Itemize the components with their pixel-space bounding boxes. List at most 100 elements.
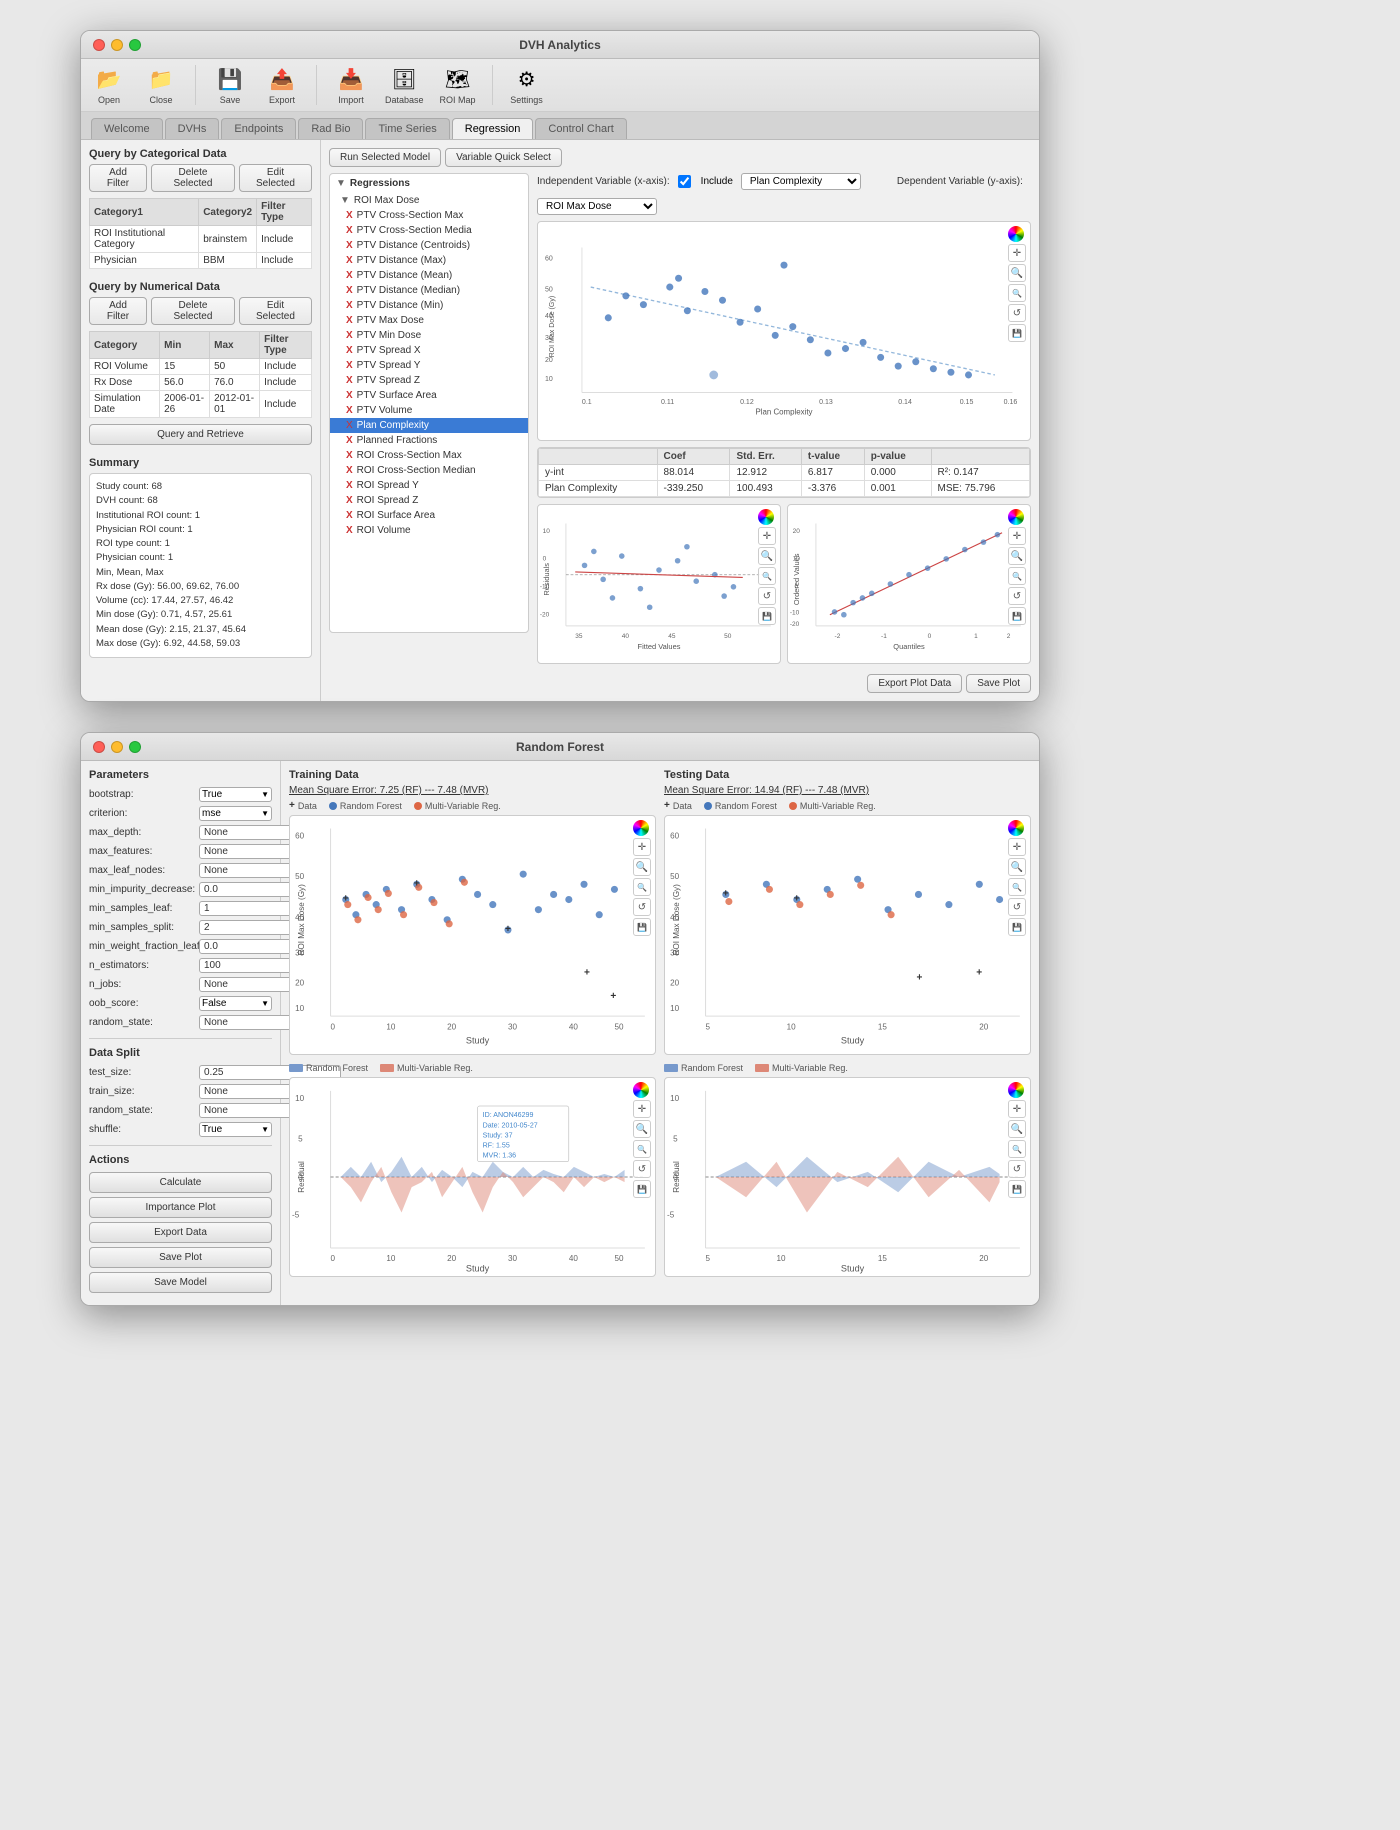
tree-item[interactable]: X ROI Volume	[330, 523, 528, 538]
action-btn[interactable]: Calculate	[89, 1172, 272, 1193]
maximize-button[interactable]	[129, 39, 141, 51]
train-res-crosshair-icon[interactable]: ✛	[633, 1100, 651, 1118]
rf-close-button[interactable]	[93, 741, 105, 753]
tab-endpoints[interactable]: Endpoints	[221, 118, 296, 139]
save-plot-btn[interactable]: Save Plot	[966, 674, 1031, 693]
fitted-color-wheel[interactable]	[758, 509, 774, 525]
dep-select[interactable]: ROI Max Dose	[537, 198, 657, 215]
tree-item[interactable]: X PTV Cross-Section Max	[330, 208, 528, 223]
training-rotate-icon[interactable]: ↺	[633, 898, 651, 916]
query-retrieve-btn[interactable]: Query and Retrieve	[89, 424, 312, 445]
minimize-button[interactable]	[111, 39, 123, 51]
table-row[interactable]: Simulation Date2006-01-262012-01-01Inclu…	[90, 391, 312, 418]
tab-regression[interactable]: Regression	[452, 118, 534, 139]
testing-save-icon[interactable]: 💾	[1008, 918, 1026, 936]
tree-item[interactable]: X PTV Spread Z	[330, 373, 528, 388]
train-res-zoom-icon[interactable]: 🔍	[633, 1120, 651, 1138]
action-btn[interactable]: Save Plot	[89, 1247, 272, 1268]
cat-delete-btn[interactable]: Delete Selected	[151, 164, 235, 192]
tree-item[interactable]: X Planned Fractions	[330, 433, 528, 448]
test-res-crosshair-icon[interactable]: ✛	[1008, 1100, 1026, 1118]
qq-zoom-icon[interactable]: 🔍	[1008, 547, 1026, 565]
testing-crosshair-icon[interactable]: ✛	[1008, 838, 1026, 856]
cat-add-filter-btn[interactable]: Add Filter	[89, 164, 147, 192]
include-checkbox[interactable]	[678, 175, 691, 188]
train-res-save-icon[interactable]: 💾	[633, 1180, 651, 1198]
open-button[interactable]: 📂 Open	[91, 65, 127, 105]
training-zoom-icon[interactable]: 🔍	[633, 858, 651, 876]
tree-item[interactable]: X PTV Max Dose	[330, 313, 528, 328]
close-toolbar-button[interactable]: 📁 Close	[143, 65, 179, 105]
close-button[interactable]	[93, 39, 105, 51]
table-row[interactable]: ROI Institutional CategorybrainstemInclu…	[90, 226, 312, 253]
tree-item[interactable]: X Plan Complexity	[330, 418, 528, 433]
save-icon[interactable]: 💾	[1008, 324, 1026, 342]
qq-color-wheel[interactable]	[1008, 509, 1024, 525]
table-row[interactable]: PhysicianBBMInclude	[90, 253, 312, 269]
export-plot-data-btn[interactable]: Export Plot Data	[867, 674, 962, 693]
tree-item[interactable]: X PTV Distance (Median)	[330, 283, 528, 298]
tree-item[interactable]: X PTV Distance (Max)	[330, 253, 528, 268]
test-res-color-wheel[interactable]	[1008, 1082, 1024, 1098]
param-select[interactable]: mse▼	[199, 806, 272, 821]
qq-rotate-icon[interactable]: ↺	[1008, 587, 1026, 605]
save-button[interactable]: 💾 Save	[212, 65, 248, 105]
crosshair-icon[interactable]: ✛	[1008, 244, 1026, 262]
testing-zoom-icon[interactable]: 🔍	[1008, 858, 1026, 876]
roi-map-button[interactable]: 🗺 ROI Map	[440, 65, 476, 105]
tree-item[interactable]: X ROI Spread Y	[330, 478, 528, 493]
fitted-rotate-icon[interactable]: ↺	[758, 587, 776, 605]
run-model-btn[interactable]: Run Selected Model	[329, 148, 441, 167]
rf-minimize-button[interactable]	[111, 741, 123, 753]
tree-item[interactable]: X PTV Cross-Section Media	[330, 223, 528, 238]
num-delete-btn[interactable]: Delete Selected	[151, 297, 235, 325]
train-res-rotate-icon[interactable]: ↺	[633, 1160, 651, 1178]
test-res-save-icon[interactable]: 💾	[1008, 1180, 1026, 1198]
zoom-in-icon[interactable]: 🔍	[1008, 264, 1026, 282]
tab-radbio[interactable]: Rad Bio	[298, 118, 363, 139]
testing-color-wheel[interactable]	[1008, 820, 1024, 836]
action-btn[interactable]: Importance Plot	[89, 1197, 272, 1218]
param-select[interactable]: False▼	[199, 996, 272, 1011]
tree-root-item[interactable]: ▼ ROI Max Dose	[330, 193, 528, 208]
tab-controlchart[interactable]: Control Chart	[535, 118, 626, 139]
tree-item[interactable]: X PTV Volume	[330, 403, 528, 418]
cat-edit-btn[interactable]: Edit Selected	[239, 164, 312, 192]
tree-item[interactable]: X ROI Surface Area	[330, 508, 528, 523]
tab-dvhs[interactable]: DVHs	[165, 118, 220, 139]
rotate-icon[interactable]: ↺	[1008, 304, 1026, 322]
fitted-zoom-icon[interactable]: 🔍	[758, 547, 776, 565]
tree-item[interactable]: X PTV Spread X	[330, 343, 528, 358]
num-add-filter-btn[interactable]: Add Filter	[89, 297, 147, 325]
tree-item[interactable]: X PTV Distance (Min)	[330, 298, 528, 313]
database-button[interactable]: 🗄 Database	[385, 65, 424, 105]
test-res-zoom-icon[interactable]: 🔍	[1008, 1120, 1026, 1138]
testing-rotate-icon[interactable]: ↺	[1008, 898, 1026, 916]
training-color-wheel[interactable]	[633, 820, 649, 836]
qq-save-icon[interactable]: 💾	[1008, 607, 1026, 625]
training-crosshair-icon[interactable]: ✛	[633, 838, 651, 856]
test-res-zoom-out-icon[interactable]: 🔍	[1008, 1140, 1026, 1158]
test-res-rotate-icon[interactable]: ↺	[1008, 1160, 1026, 1178]
qq-zoom-out-icon[interactable]: 🔍	[1008, 567, 1026, 585]
num-edit-btn[interactable]: Edit Selected	[239, 297, 312, 325]
train-res-zoom-out-icon[interactable]: 🔍	[633, 1140, 651, 1158]
tab-timeseries[interactable]: Time Series	[365, 118, 449, 139]
table-row[interactable]: ROI Volume1550Include	[90, 359, 312, 375]
action-btn[interactable]: Save Model	[89, 1272, 272, 1293]
settings-button[interactable]: ⚙ Settings	[509, 65, 545, 105]
tab-welcome[interactable]: Welcome	[91, 118, 163, 139]
fitted-save-icon[interactable]: 💾	[758, 607, 776, 625]
param-select[interactable]: True▼	[199, 787, 272, 802]
split-select[interactable]: True▼	[199, 1122, 272, 1137]
tree-item[interactable]: X PTV Spread Y	[330, 358, 528, 373]
action-btn[interactable]: Export Data	[89, 1222, 272, 1243]
qq-crosshair-icon[interactable]: ✛	[1008, 527, 1026, 545]
fitted-crosshair-icon[interactable]: ✛	[758, 527, 776, 545]
tree-item[interactable]: X ROI Cross-Section Median	[330, 463, 528, 478]
import-button[interactable]: 📥 Import	[333, 65, 369, 105]
tree-item[interactable]: X PTV Distance (Mean)	[330, 268, 528, 283]
zoom-out-icon[interactable]: 🔍	[1008, 284, 1026, 302]
table-row[interactable]: Rx Dose56.076.0Include	[90, 375, 312, 391]
training-zoom-out-icon[interactable]: 🔍	[633, 878, 651, 896]
